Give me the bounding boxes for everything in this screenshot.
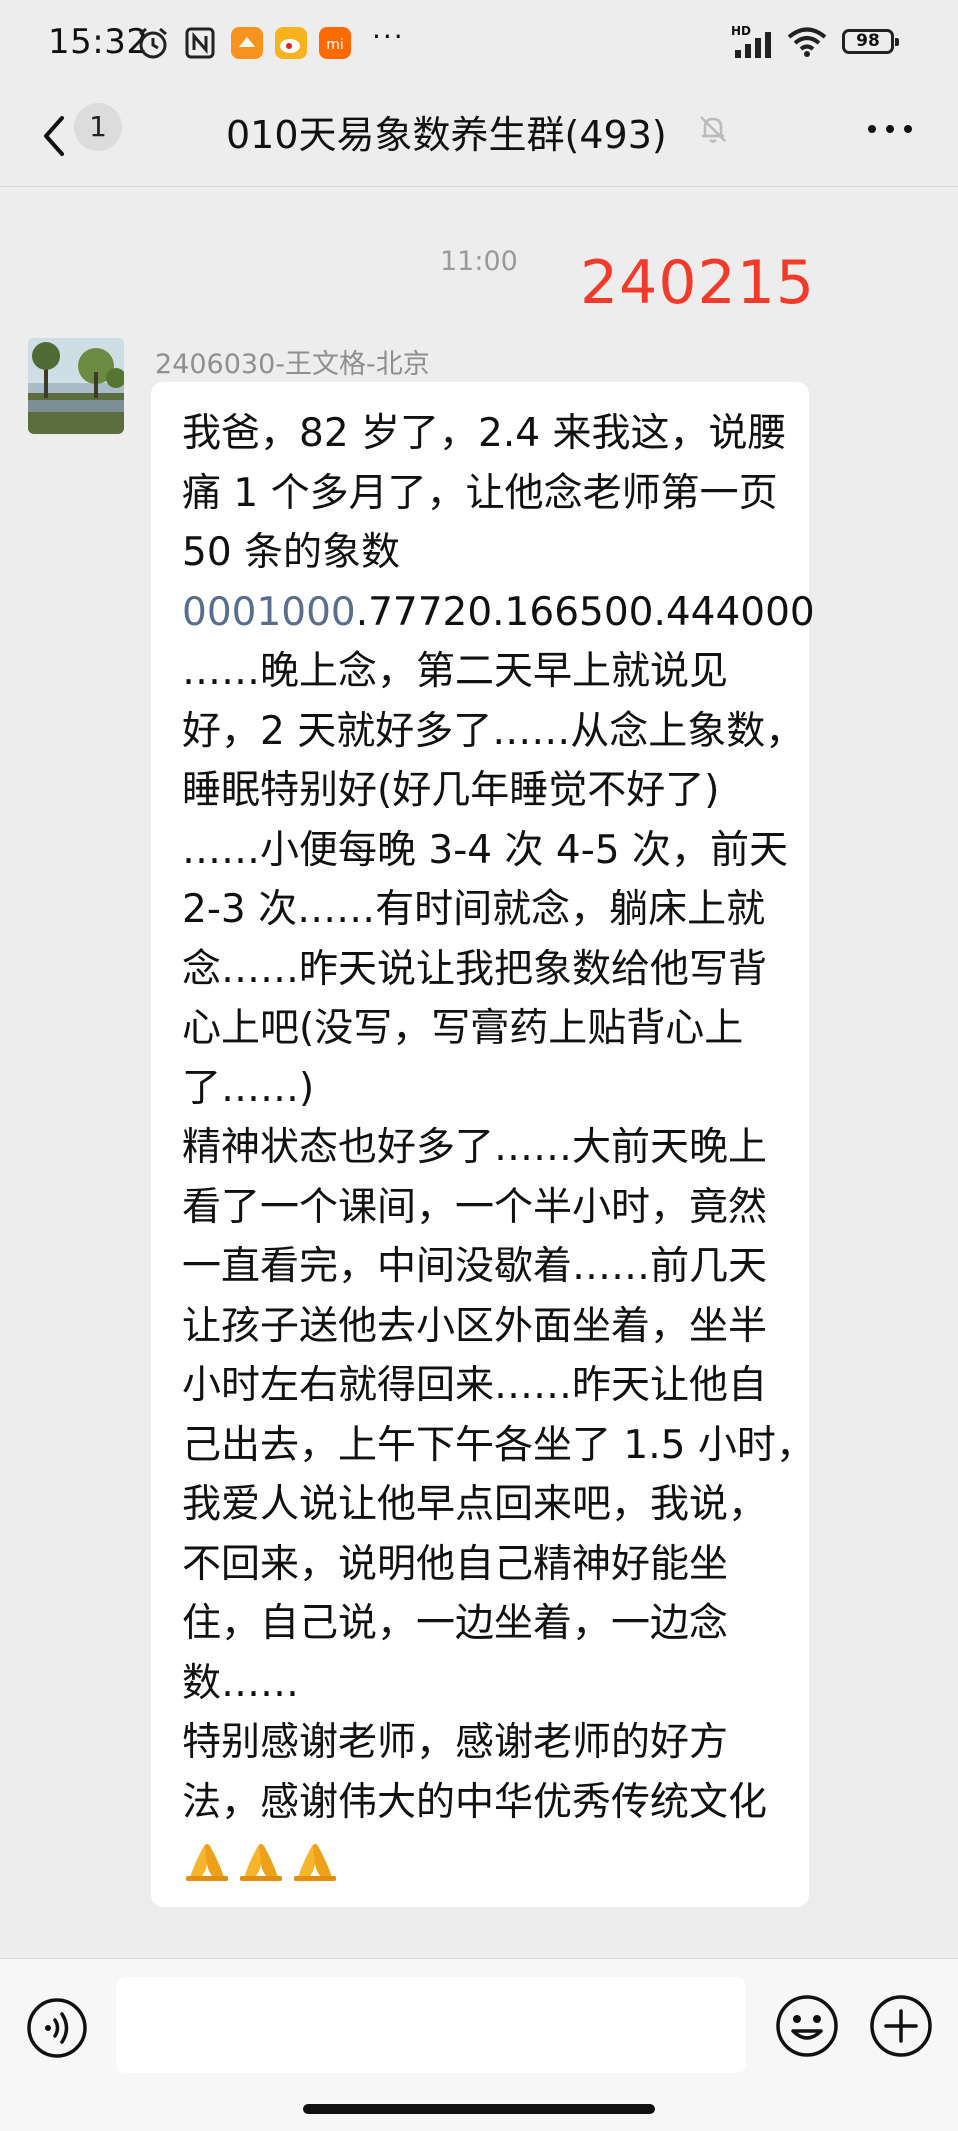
message-line: 睡眠特别好(好几年睡觉不好了): [182, 768, 720, 813]
avatar[interactable]: [28, 338, 124, 434]
red-overlay-number: 240215: [580, 248, 816, 318]
message-line: ……晚上念，第二天早上就说见: [182, 649, 729, 694]
mi-icon: mi: [318, 26, 352, 64]
input-bar: [0, 1958, 958, 2131]
message-line: 让孩子送他去小区外面坐着，坐半: [182, 1303, 768, 1349]
message-line: 痛 1 个多月了，让他念老师第一页: [182, 470, 778, 516]
more-dots: ···: [372, 20, 405, 53]
number-line: 0001000.77720.166500.444000: [182, 583, 815, 643]
message-line: 法，感谢伟大的中华优秀传统文化: [182, 1779, 768, 1825]
wifi-icon: [786, 26, 828, 62]
folded-hands-icon: [182, 1834, 232, 1884]
battery-indicator: 98: [842, 29, 899, 54]
voice-icon[interactable]: [26, 1997, 88, 2059]
message-line: 了……): [182, 1065, 315, 1111]
message-input[interactable]: [116, 1977, 746, 2073]
message-line: 我爱人说让他早点回来吧，我说，: [182, 1482, 768, 1527]
number-link[interactable]: 0001000: [182, 590, 356, 635]
message-bubble[interactable]: 我爸，82 岁了，2.4 来我这，说腰 痛 1 个多月了，让他念老师第一页 50…: [151, 382, 815, 1907]
emoji-row: [182, 1834, 809, 1894]
more-horizontal-icon[interactable]: [864, 112, 916, 146]
sender-name: 2406030-王文格-北京: [155, 349, 430, 380]
message-line: 心上吧(没写，写膏药上贴背心上: [182, 1006, 744, 1051]
message-line: 精神状态也好多了……大前天晚上: [182, 1125, 768, 1170]
chat-title: 010天易象数养生群(493): [226, 113, 667, 157]
message-line: 好，2 天就好多了……从念上象数，: [182, 708, 805, 754]
message-line: 不回来，说明他自己精神好能坐: [182, 1541, 729, 1587]
message-line: 住，自己说，一边坐着，一边念: [182, 1601, 729, 1646]
chat-header: 1 010天易象数养生群(493): [0, 86, 958, 187]
message-line: 50 条的象数: [182, 530, 401, 575]
home-indicator[interactable]: [303, 2104, 655, 2114]
weibo-icon: [274, 26, 308, 64]
svg-text:mi: mi: [326, 37, 344, 53]
folded-hands-icon: [290, 1834, 340, 1884]
number-rest: .77720.166500.444000: [355, 589, 815, 635]
message-line: 小时左右就得回来……昨天让他自: [182, 1363, 768, 1408]
message-timestamp: 11:00: [440, 246, 518, 277]
message-line: ……小便每晚 3-4 次 4-5 次，前天: [182, 827, 788, 873]
chevron-left-icon[interactable]: [36, 108, 76, 164]
message-line: 特别感谢老师，感谢老师的好方: [182, 1720, 729, 1765]
message-line: 2-3 次……有时间就念，躺床上就: [182, 887, 766, 932]
plus-icon[interactable]: [868, 1993, 934, 2059]
app-orange-icon: [230, 26, 264, 64]
status-bar: 15:32 mi ··· HD 98: [0, 0, 958, 86]
folded-hands-icon: [236, 1834, 286, 1884]
unread-count-badge[interactable]: 1: [74, 103, 122, 151]
message-line: 数……: [182, 1660, 300, 1706]
signal-icon: [733, 30, 777, 64]
message-line: 念……昨天说让我把象数给他写背: [182, 946, 768, 992]
nfc-icon: [184, 26, 216, 64]
message-line: 一直看完，中间没歇着……前几天: [182, 1244, 768, 1289]
status-time: 15:32: [48, 22, 149, 62]
emoji-icon[interactable]: [774, 1993, 840, 2059]
alarm-icon: [136, 26, 170, 64]
message-line: 看了一个课间，一个半小时，竟然: [182, 1184, 768, 1230]
message-line: 己出去，上午下午各坐了 1.5 小时，: [182, 1422, 815, 1468]
bell-muted-icon: [696, 112, 730, 146]
message-line: 我爸，82 岁了，2.4 来我这，说腰: [182, 411, 787, 456]
